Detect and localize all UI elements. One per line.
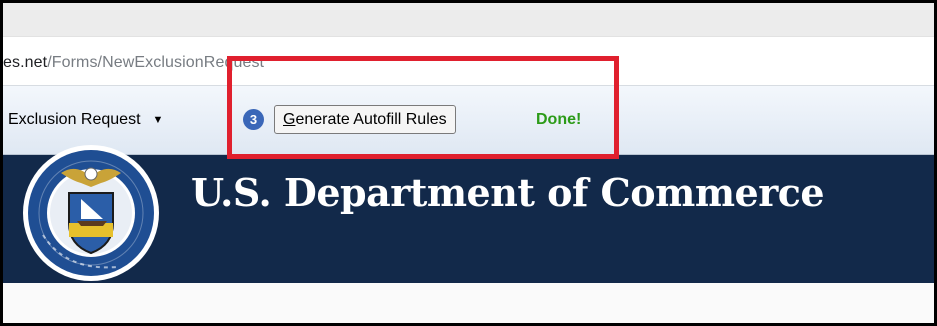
- commerce-seal-icon: [23, 145, 159, 281]
- tab-strip: [3, 3, 934, 37]
- site-header-banner: U.S. Department of Commerce: [3, 145, 934, 283]
- request-type-dropdown[interactable]: Exclusion Request ▼: [8, 111, 163, 129]
- dropdown-arrow-icon: ▼: [152, 114, 164, 126]
- request-type-value: Exclusion Request: [8, 111, 141, 128]
- step-number-badge: 3: [243, 109, 264, 130]
- url-text[interactable]: es.net/Forms/NewExclusionRequest: [3, 54, 264, 72]
- url-domain: es.net: [3, 54, 48, 71]
- address-bar[interactable]: es.net/Forms/NewExclusionRequest: [3, 37, 934, 86]
- page-content-area: [3, 283, 934, 323]
- generate-autofill-rules-button[interactable]: Generate Autofill Rules: [274, 105, 456, 134]
- button-label: enerate Autofill Rules: [295, 111, 447, 128]
- url-path: /Forms/NewExclusionRequest: [47, 54, 265, 71]
- status-text: Done!: [536, 111, 582, 128]
- button-mnemonic: G: [283, 111, 296, 128]
- browser-window: es.net/Forms/NewExclusionRequest Exclusi…: [3, 3, 934, 323]
- department-title: U.S. Department of Commerce: [191, 170, 825, 215]
